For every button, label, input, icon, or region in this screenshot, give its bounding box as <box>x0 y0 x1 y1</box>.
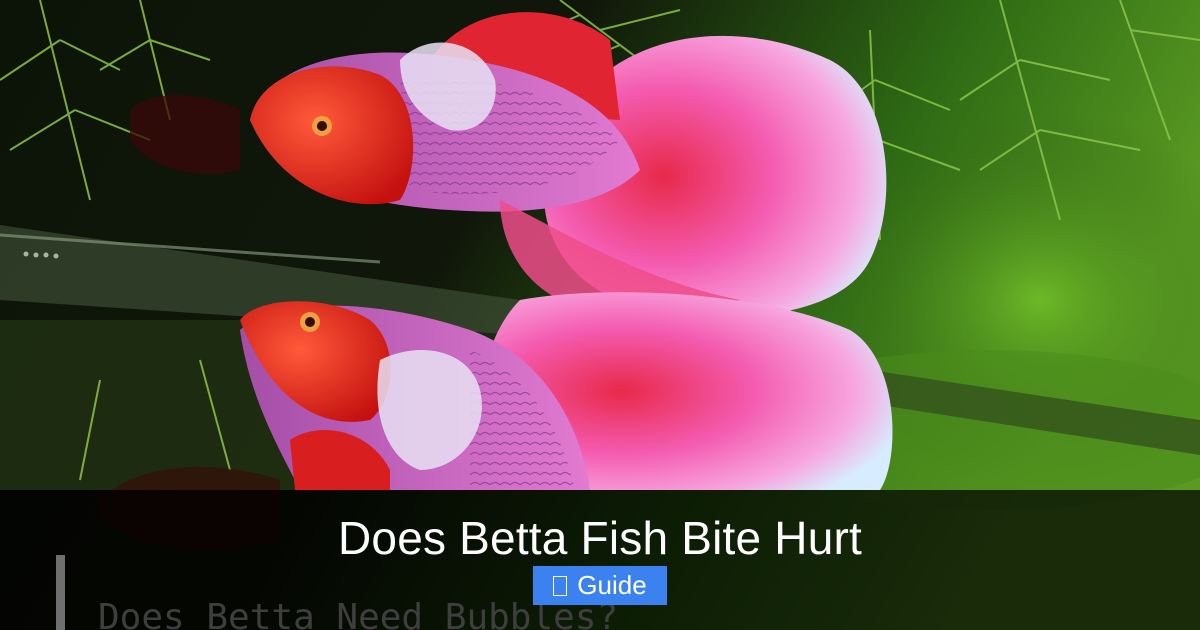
category-badge[interactable]: Guide <box>533 566 667 605</box>
thumbnail: Does Betta Need Bubbles? Does Betta Fish… <box>0 0 1200 630</box>
document-icon <box>553 575 568 596</box>
article-title: Does Betta Fish Bite Hurt <box>338 512 862 564</box>
badge-label: Guide <box>577 570 647 600</box>
blockquote-bar <box>56 555 65 630</box>
